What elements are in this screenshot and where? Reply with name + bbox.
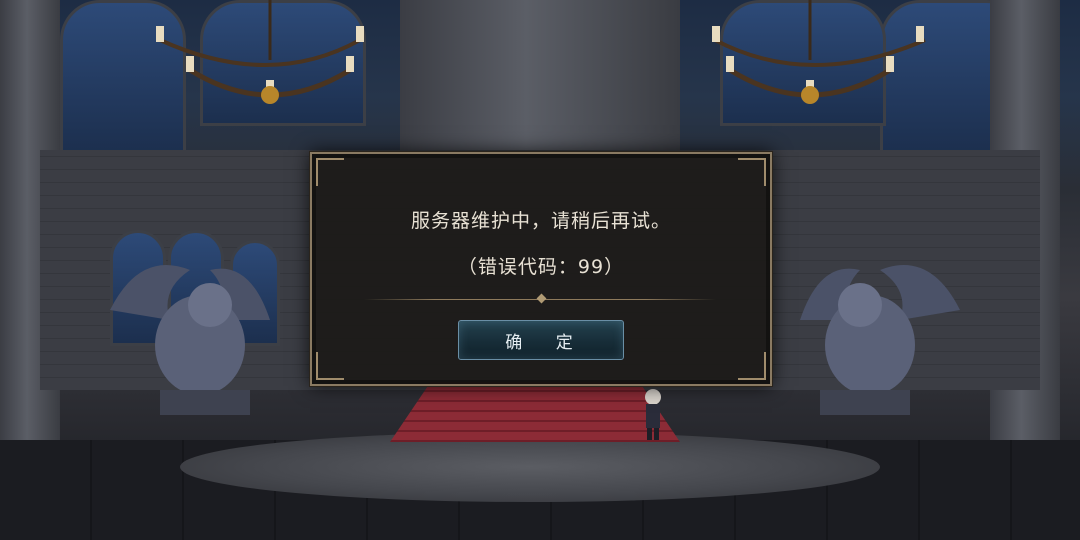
dialog-corner-ornament: [738, 158, 766, 186]
dialog-corner-ornament: [316, 352, 344, 380]
dialog-corner-ornament: [316, 158, 344, 186]
error-dialog: 服务器维护中，请稍后再试。 （错误代码：99） 确 定: [310, 152, 772, 386]
dialog-corner-ornament: [738, 352, 766, 380]
central-tower: [400, 0, 680, 160]
gargoyle-statue-icon: [800, 265, 960, 415]
error-code: （错误代码：99）: [457, 256, 625, 278]
chandelier-icon: [712, 0, 926, 104]
player-character-icon: [645, 389, 661, 440]
red-carpet-stairs: [390, 382, 680, 442]
chandelier-icon: [156, 0, 364, 104]
confirm-button[interactable]: 确 定: [458, 320, 624, 360]
game-scene: 服务器维护中，请稍后再试。 （错误代码：99） 确 定: [0, 0, 1080, 540]
divider-gem-icon: [536, 293, 547, 304]
gargoyle-statue-icon: [110, 265, 270, 415]
error-message: 服务器维护中，请稍后再试。: [410, 210, 671, 232]
circular-platform: [180, 432, 880, 502]
